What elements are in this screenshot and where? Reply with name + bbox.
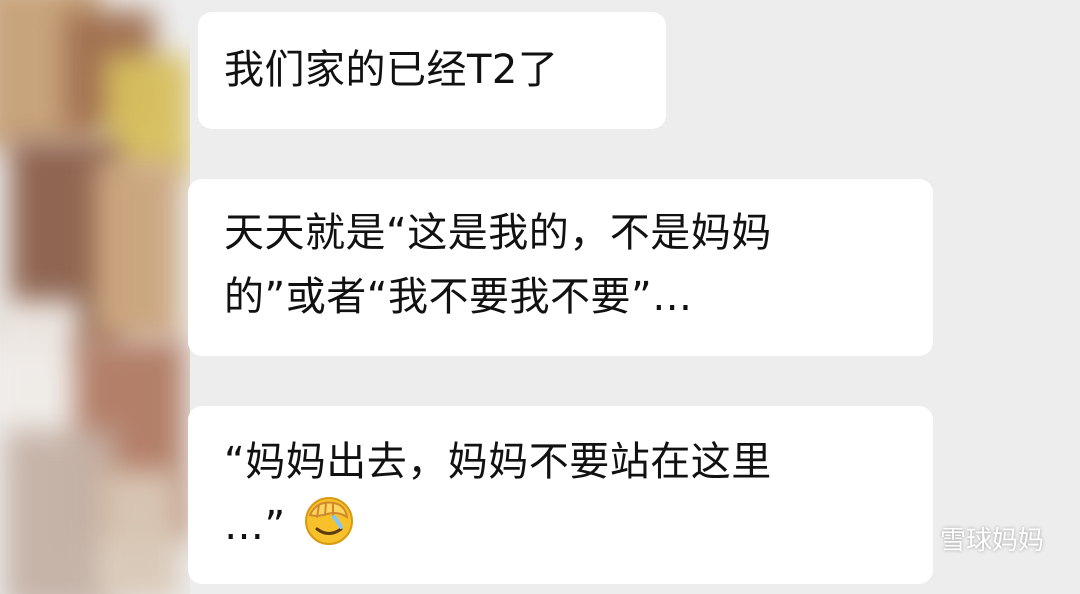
facepalm-emoji-icon bbox=[303, 495, 355, 566]
message-text: …” bbox=[224, 503, 286, 549]
message-line: …” bbox=[224, 494, 933, 566]
chat-message-bubble: 我们家的已经T2了 bbox=[198, 12, 666, 129]
watermark: 雪球妈妈 bbox=[892, 520, 1044, 557]
chat-message-bubble: 天天就是“这是我的，不是妈妈 的”或者“我不要我不要”… bbox=[188, 179, 933, 356]
watermark-text: 雪球妈妈 bbox=[940, 526, 1045, 556]
message-text: 我们家的已经T2了 bbox=[224, 47, 559, 93]
message-text: 的”或者“我不要我不要”… bbox=[224, 274, 693, 320]
message-text: “妈妈出去，妈妈不要站在这里 bbox=[224, 439, 772, 485]
wechat-icon bbox=[892, 520, 932, 557]
chat-message-bubble: “妈妈出去，妈妈不要站在这里 …” bbox=[188, 406, 933, 584]
message-text: 天天就是“这是我的，不是妈妈 bbox=[224, 210, 772, 256]
blurred-avatar-strip bbox=[0, 0, 190, 594]
